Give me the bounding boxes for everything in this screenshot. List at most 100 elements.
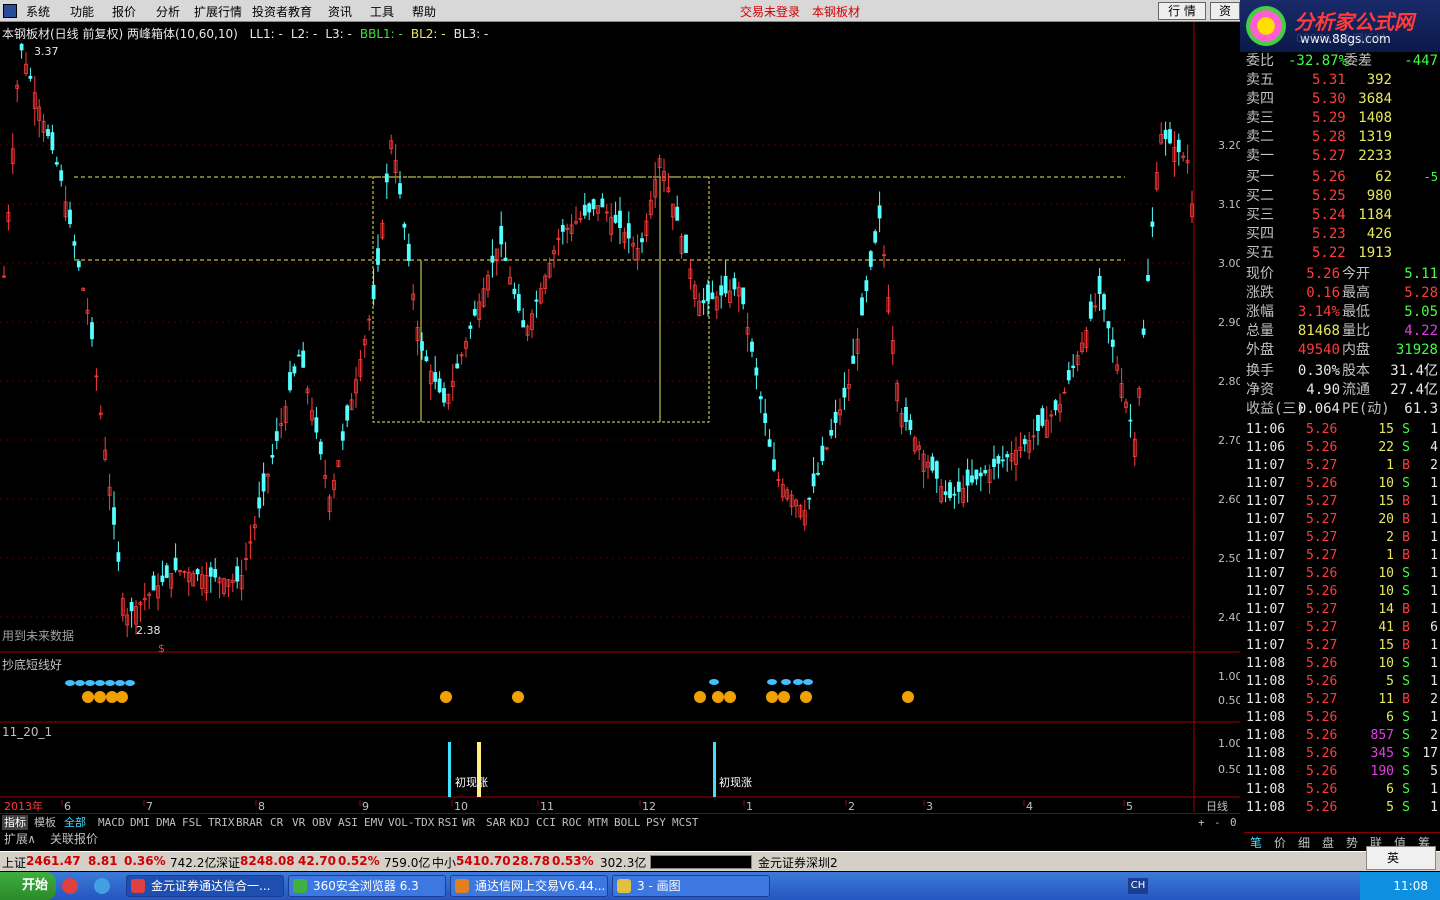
tab-1[interactable]: 模板 xyxy=(32,815,58,830)
tab-17[interactable]: SAR xyxy=(484,815,508,830)
tick-row: 11:07 5.27 2 B 1 xyxy=(1244,529,1440,547)
tab-0[interactable]: 指标 xyxy=(2,815,28,830)
diff-label: 委差 xyxy=(1344,53,1372,69)
buy-signal-icon xyxy=(766,691,778,703)
app-icon[interactable] xyxy=(3,4,17,18)
ext-tab-1[interactable]: 关联报价 xyxy=(48,832,100,847)
tab-6[interactable]: FSL xyxy=(180,815,204,830)
tab-19[interactable]: CCI xyxy=(534,815,558,830)
menu-item-7[interactable]: 工具 xyxy=(370,3,394,20)
tick-side: B xyxy=(1402,692,1410,707)
tick-volume: 1 xyxy=(1386,548,1394,563)
menu-item-4[interactable]: 扩展行情 xyxy=(194,3,242,20)
tab-3[interactable]: MACD xyxy=(96,815,127,830)
stat-label: 内盘 xyxy=(1342,342,1370,358)
chart-area[interactable]: 3.20 3.10 3.00 2.90 2.80 2.70 2.60 2.50 2.40 3.37… xyxy=(0,22,1240,852)
tab-18[interactable]: KDJ xyxy=(508,815,532,830)
tab-11[interactable]: OBV xyxy=(310,815,334,830)
tab-15[interactable]: RSI xyxy=(436,815,460,830)
tab-9[interactable]: CR xyxy=(268,815,285,830)
stat-label: 换手 xyxy=(1246,363,1274,379)
tab-control-1[interactable]: - xyxy=(1212,815,1223,830)
tab-5[interactable]: DMA xyxy=(154,815,178,830)
buy-row-4[interactable]: 买五 5.22 1913 xyxy=(1244,244,1440,263)
menu-item-1[interactable]: 功能 xyxy=(70,3,94,20)
tab-12[interactable]: ASI xyxy=(336,815,360,830)
candle-body xyxy=(318,441,323,455)
taskbar-item-1[interactable]: 360安全浏览器 6.3 xyxy=(288,875,446,897)
taskbar-item-3[interactable]: 3 - 画图 xyxy=(612,875,770,897)
tab-7[interactable]: TRIX xyxy=(206,815,237,830)
buy-row-1[interactable]: 买二 5.25 980 xyxy=(1244,187,1440,206)
indicator-label-4: BL2: - xyxy=(410,27,446,41)
y-tick-label: 2.50 xyxy=(1218,552,1240,565)
tab-20[interactable]: ROC xyxy=(560,815,584,830)
candle-body xyxy=(521,320,526,328)
sell-row-4[interactable]: 卖一 5.27 2233 xyxy=(1244,147,1440,166)
quote-tab-2[interactable]: 细 xyxy=(1298,834,1310,851)
menu-item-5[interactable]: 投资者教育 xyxy=(252,3,312,20)
quote-tab-0[interactable]: 笔 xyxy=(1250,834,1262,851)
sh-amount: 742.2亿 xyxy=(170,856,217,870)
menu-item-0[interactable]: 系统 xyxy=(26,3,50,20)
tab-control-0[interactable]: + xyxy=(1196,815,1207,830)
sell-row-1[interactable]: 卖四 5.30 3684 xyxy=(1244,90,1440,109)
buy-volume: 980 xyxy=(1366,188,1392,204)
menu-item-3[interactable]: 分析 xyxy=(156,3,180,20)
tab-22[interactable]: BOLL xyxy=(612,815,643,830)
quote-tab-1[interactable]: 价 xyxy=(1274,834,1286,851)
buy-row-0[interactable]: 买一 5.26 62 -5 xyxy=(1244,168,1440,187)
diff-value: -447 xyxy=(1404,53,1438,69)
buy-row-3[interactable]: 买四 5.23 426 xyxy=(1244,225,1440,244)
tab-14[interactable]: VOL-TDX xyxy=(386,815,436,830)
quick-launch-icon[interactable] xyxy=(94,878,110,894)
quick-launch-icon[interactable] xyxy=(62,878,78,894)
tab-13[interactable]: EMV xyxy=(362,815,386,830)
tick-row: 11:07 5.26 10 S 1 xyxy=(1244,583,1440,601)
buy-price: 5.25 xyxy=(1312,188,1346,204)
language-indicator[interactable]: CH xyxy=(1128,878,1148,894)
taskbar-item-2[interactable]: 通达信网上交易V6.44... xyxy=(450,875,608,897)
tick-volume: 22 xyxy=(1378,440,1394,455)
tick-price: 5.26 xyxy=(1306,764,1338,779)
tab-16[interactable]: WR xyxy=(460,815,477,830)
menu-item-2[interactable]: 报价 xyxy=(112,3,136,20)
quote-button[interactable]: 行 情 xyxy=(1158,2,1206,20)
tab-8[interactable]: BRAR xyxy=(234,815,265,830)
sell-row-0[interactable]: 卖五 5.31 392 xyxy=(1244,71,1440,90)
candle-body xyxy=(877,205,882,219)
candle-body xyxy=(116,552,121,562)
sell-row-3[interactable]: 卖二 5.28 1319 xyxy=(1244,128,1440,147)
candle-body xyxy=(904,406,908,422)
stat-label: 涨跌 xyxy=(1246,285,1274,301)
tick-volume: 10 xyxy=(1378,476,1394,491)
candle-body xyxy=(164,565,169,578)
tab-10[interactable]: VR xyxy=(290,815,307,830)
tab-control-2[interactable]: 0 xyxy=(1228,815,1239,830)
quote-tab-4[interactable]: 势 xyxy=(1346,834,1358,851)
taskbar-item-0[interactable]: 金元证券通达信合一... xyxy=(126,875,284,897)
tab-23[interactable]: PSY xyxy=(644,815,668,830)
tab-4[interactable]: DMI xyxy=(128,815,152,830)
ime-indicator[interactable]: 英 xyxy=(1366,846,1436,870)
info-button[interactable]: 资 xyxy=(1210,2,1240,20)
stat-value: 0.16 xyxy=(1306,285,1340,301)
menu-item-8[interactable]: 帮助 xyxy=(412,3,436,20)
tab-24[interactable]: MCST xyxy=(670,815,701,830)
tab-2[interactable]: 全部 xyxy=(62,815,88,830)
tab-21[interactable]: MTM xyxy=(586,815,610,830)
ext-tab-0[interactable]: 扩展∧ xyxy=(2,832,37,847)
quote-tab-3[interactable]: 盘 xyxy=(1322,834,1334,851)
kline-chart[interactable]: 3.20 3.10 3.00 2.90 2.80 2.70 2.60 2.50 2.40 3.37… xyxy=(0,22,1240,812)
candle-body xyxy=(868,251,873,267)
start-button[interactable]: 开始 xyxy=(0,872,56,900)
menu-item-6[interactable]: 资讯 xyxy=(328,3,352,20)
candle-body xyxy=(472,308,477,316)
sell-row-2[interactable]: 卖三 5.29 1408 xyxy=(1244,109,1440,128)
tick-side: S xyxy=(1402,764,1410,779)
candle-body xyxy=(1128,419,1133,422)
candle-body xyxy=(1088,301,1093,319)
tick-side: S xyxy=(1402,440,1410,455)
buy-row-2[interactable]: 买三 5.24 1184 xyxy=(1244,206,1440,225)
tick-count: 1 xyxy=(1430,638,1438,653)
